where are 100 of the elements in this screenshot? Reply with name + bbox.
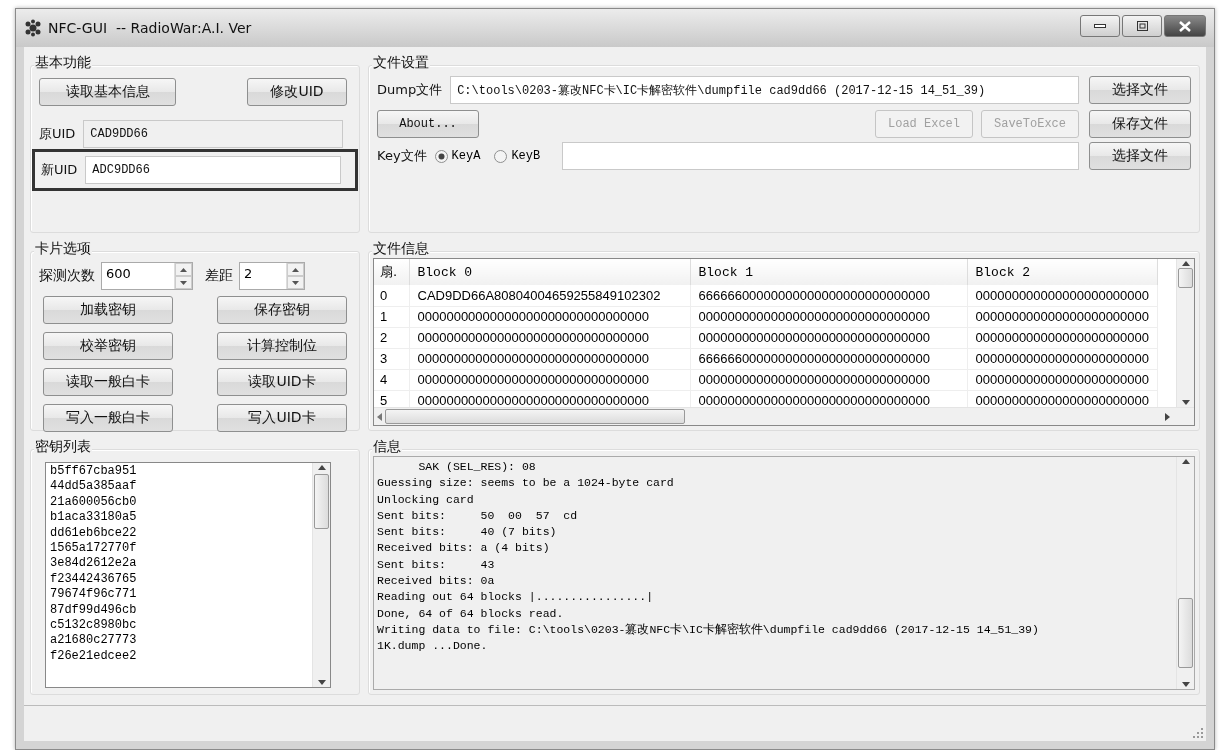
spin-up-button[interactable] — [175, 263, 192, 276]
table-cell: 00000000000000000000000000000000 — [409, 306, 690, 327]
up-arrow-icon — [180, 267, 187, 272]
maximize-icon — [1136, 21, 1148, 31]
up-arrow-icon[interactable] — [317, 465, 326, 470]
action-button[interactable]: 读取一般白卡 — [43, 368, 173, 396]
close-button[interactable] — [1164, 15, 1206, 37]
horizontal-scrollbar[interactable] — [374, 407, 1194, 425]
save-file-button[interactable]: 保存文件 — [1089, 110, 1191, 138]
spin-down-button[interactable] — [175, 276, 192, 289]
vertical-scrollbar[interactable] — [1176, 457, 1194, 689]
list-item[interactable]: a21680c27773 — [50, 633, 308, 649]
spin-up-button[interactable] — [287, 263, 304, 276]
list-item[interactable]: dd61eb6bce22 — [50, 525, 308, 542]
log-line: Unlocking card — [377, 491, 475, 508]
group-title: 卡片选项 — [34, 240, 92, 256]
table-cell: 1 — [374, 306, 409, 327]
list-item[interactable]: f23442436765 — [50, 571, 308, 588]
log-line: Received bits: 0a — [377, 573, 496, 590]
list-item[interactable]: f26e21edcee2 — [50, 648, 308, 665]
table-cell: 2 — [374, 327, 409, 348]
log-line: Writing data to file: C:\tools\0203-篡改NFC卡\IC卡解密软件\dumpfile cad9dd66 (2017-12-15 14_51_39) — [377, 621, 1040, 638]
action-button[interactable]: 写入一般白卡 — [43, 404, 173, 432]
number-field[interactable]: 600 — [101, 262, 193, 290]
list-item[interactable]: b5ff67cba951 — [50, 464, 308, 480]
list-item[interactable]: 21a600056cb0 — [50, 494, 308, 511]
up-arrow-icon[interactable] — [1181, 261, 1190, 266]
scroll-thumb[interactable] — [1178, 598, 1193, 668]
column-header[interactable]: Block 1 — [690, 259, 967, 285]
read-info-button[interactable]: 读取基本信息 — [39, 78, 176, 106]
radio-option[interactable]: KeyB — [494, 149, 541, 163]
list-item[interactable]: 1565a172770f — [50, 541, 308, 557]
list-item[interactable]: 87df99d496cb — [50, 602, 308, 619]
app-icon — [24, 19, 42, 37]
log-line: Guessing size: seems to be a 1024-byte card — [377, 475, 675, 492]
up-arrow-icon[interactable] — [1181, 459, 1190, 464]
log-line: Sent bits: 43 — [377, 556, 496, 573]
log-line: 1K.dump ...Done. — [377, 638, 489, 655]
column-header[interactable]: Block 0 — [409, 259, 690, 285]
action-button[interactable]: 保存密钥 — [217, 296, 347, 324]
maximize-button[interactable] — [1122, 15, 1162, 37]
vertical-scrollbar[interactable] — [312, 463, 330, 687]
list-item[interactable]: 3e84d2612e2a — [50, 556, 308, 572]
left-arrow-icon[interactable] — [377, 412, 382, 421]
choose-file-button[interactable]: 选择文件 — [1089, 142, 1191, 170]
action-button[interactable]: 校举密钥 — [43, 332, 173, 360]
scroll-thumb[interactable] — [314, 474, 329, 529]
action-button[interactable]: 读取UID卡 — [217, 368, 347, 396]
list-item[interactable]: c5132c8980bc — [50, 618, 308, 634]
down-arrow-icon[interactable] — [317, 680, 326, 685]
field-label: 探测次数 — [39, 267, 95, 285]
input-field[interactable] — [562, 142, 1079, 170]
table-cell: 66666600000000000000000000000000 — [690, 348, 967, 369]
group-title: 基本功能 — [34, 54, 92, 70]
column-header[interactable]: 扇. — [374, 259, 409, 285]
minimize-icon — [1094, 23, 1106, 29]
key-list[interactable]: b5ff67cba951 44dd5a385aaf 21a600056cb0 b1aca33180a5 dd61eb6bce22 1565a172770f 3e84d2612e2a f23442436765 79674f96c771 87df99d496cb c5132c8980bc a21680c27773 f26e21edcee2 — [45, 462, 331, 688]
log-line: Sent bits: 50 00 57 cd — [377, 507, 579, 524]
action-button[interactable]: 加载密钥 — [43, 296, 173, 324]
table-cell: 00000000000000000000000000000000 — [690, 327, 967, 348]
table-cell: 000000000000000000000000 — [967, 369, 1158, 390]
table-cell: 3 — [374, 348, 409, 369]
table-cell: 00000000000000000000000000000000 — [409, 369, 690, 390]
radio-option[interactable]: KeyA — [434, 149, 481, 163]
list-item[interactable]: b1aca33180a5 — [50, 510, 308, 526]
table-cell: 66666600000000000000000000000000 — [690, 285, 967, 306]
table-cell: 000000000000000000000000 — [967, 285, 1158, 306]
table-cell: 00000000000000000000000000000000 — [690, 369, 967, 390]
log-line: Received bits: a (4 bits) — [377, 540, 551, 557]
minimize-button[interactable] — [1080, 15, 1120, 37]
number-field[interactable]: 2 — [239, 262, 305, 290]
scroll-thumb[interactable] — [1178, 268, 1193, 288]
modify-uid-button[interactable]: 修改UID — [247, 78, 347, 106]
table-cell: 00000000000000000000000000000000 — [690, 306, 967, 327]
about-button[interactable]: About... — [377, 110, 479, 138]
choose-file-button[interactable]: 选择文件 — [1089, 76, 1191, 104]
column-header[interactable]: Block 2 — [967, 259, 1158, 285]
vertical-scrollbar[interactable] — [1176, 259, 1194, 407]
table-cell: 000000000000000000000000 — [967, 348, 1158, 369]
list-item[interactable]: 44dd5a385aaf — [50, 479, 308, 495]
action-button[interactable]: 计算控制位 — [217, 332, 347, 360]
down-arrow-icon[interactable] — [1181, 400, 1190, 405]
list-item[interactable]: 79674f96c771 — [50, 587, 308, 603]
down-arrow-icon — [292, 280, 299, 285]
action-button[interactable]: 写入UID卡 — [217, 404, 347, 432]
path-field[interactable]: C:\tools\0203-篡改NFC卡\IC卡解密软件\dumpfile cad9dd66 (2017-12-15 14_51_39) — [450, 76, 1079, 104]
group-title: 信息 — [372, 438, 402, 454]
group-title: 文件信息 — [372, 240, 430, 256]
table-cell: 4 — [374, 369, 409, 390]
resize-grip-icon — [1193, 728, 1203, 738]
log-line: Reading out 64 blocks |................| — [377, 589, 655, 606]
table-cell: 0 — [374, 285, 409, 306]
down-arrow-icon[interactable] — [1181, 682, 1190, 687]
input-field[interactable]: ADC9DD66 — [85, 156, 341, 184]
spin-down-button[interactable] — [287, 276, 304, 289]
right-arrow-icon[interactable] — [1165, 412, 1170, 421]
log-line: SAK (SEL_RES): 08 — [417, 459, 537, 475]
scroll-thumb[interactable] — [385, 409, 685, 424]
field-label: Dump文件 — [377, 81, 443, 99]
table-cell: 00000000000000000000000000000000 — [409, 327, 690, 348]
